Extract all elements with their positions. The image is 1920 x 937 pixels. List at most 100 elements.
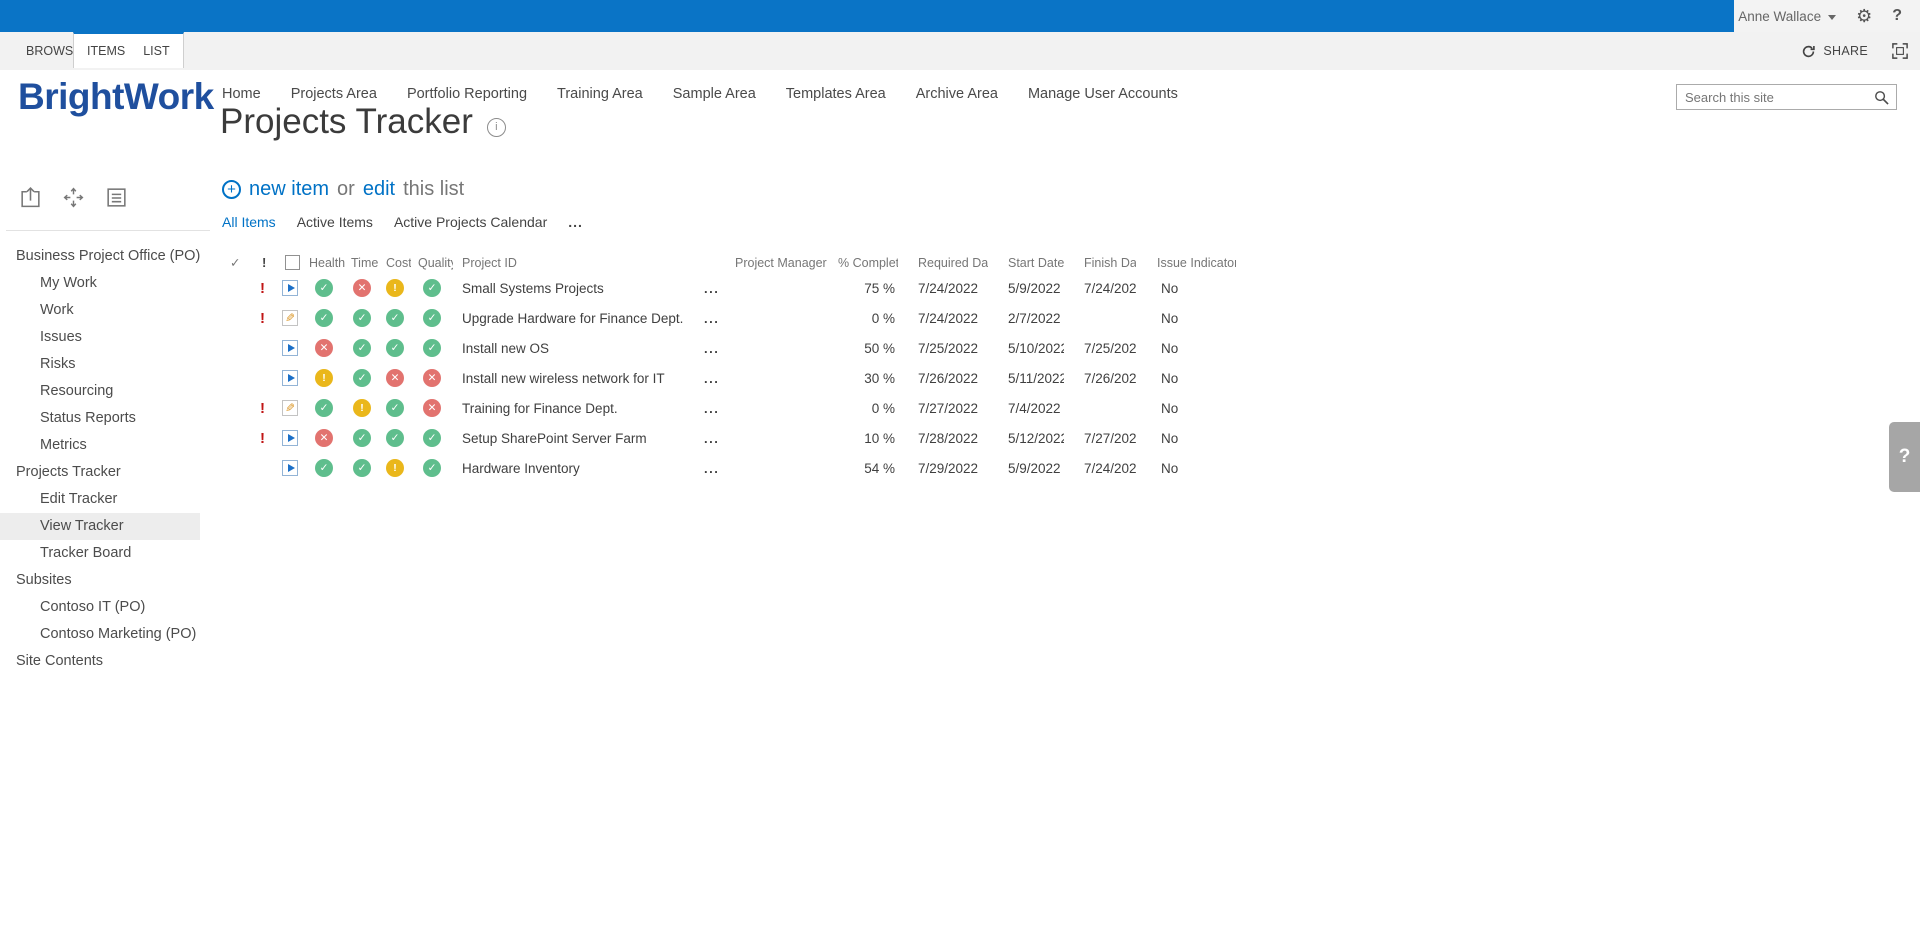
column-header-issue-indicator[interactable]: Issue Indicator bbox=[1136, 256, 1236, 270]
column-header-importance[interactable]: ! bbox=[252, 255, 276, 270]
help-flyout-tab[interactable]: ? bbox=[1889, 422, 1920, 492]
row-menu-ellipsis[interactable]: ... bbox=[700, 311, 732, 326]
table-row[interactable]: ✓✓!✓Hardware Inventory...54 %7/29/20225/… bbox=[222, 453, 1236, 483]
project-id-cell[interactable]: Install new OS bbox=[453, 341, 700, 356]
table-row[interactable]: ✕✓✓✓Install new OS...50 %7/25/20225/10/2… bbox=[222, 333, 1236, 363]
sidebar-item-contoso-it-po[interactable]: Contoso IT (PO) bbox=[0, 594, 210, 621]
sidebar-item-site-contents[interactable]: Site Contents bbox=[0, 648, 210, 675]
checkbox-icon[interactable] bbox=[285, 255, 300, 270]
sidebar-item-projects-tracker[interactable]: Projects Tracker bbox=[0, 459, 210, 486]
page-title: Projects Tracker bbox=[220, 102, 473, 142]
promote-share-icon[interactable] bbox=[18, 185, 43, 215]
focus-mode-icon[interactable] bbox=[1892, 43, 1908, 59]
column-header-finish-date[interactable]: Finish Date bbox=[1064, 256, 1136, 270]
finish-date-cell: 7/26/2022 bbox=[1064, 371, 1136, 386]
list-view-icon[interactable] bbox=[104, 185, 129, 215]
sidebar-item-view-tracker[interactable]: View Tracker bbox=[0, 513, 200, 540]
row-menu-ellipsis[interactable]: ... bbox=[700, 281, 732, 296]
ribbon-tab-list[interactable]: LIST bbox=[134, 44, 178, 58]
status-cost-cell: ✓ bbox=[379, 429, 411, 447]
table-row[interactable]: !✓✕!✓Small Systems Projects...75 %7/24/2… bbox=[222, 273, 1236, 303]
row-menu-ellipsis[interactable]: ... bbox=[700, 431, 732, 446]
row-menu-ellipsis[interactable]: ... bbox=[700, 371, 732, 386]
projects-table: ✓ ! Health Time Cost Quality Project ID … bbox=[222, 252, 1236, 483]
project-id-cell[interactable]: Upgrade Hardware for Finance Dept. bbox=[453, 311, 700, 326]
settings-gear-icon[interactable]: ⚙ bbox=[1856, 7, 1872, 25]
move-arrows-icon[interactable] bbox=[61, 185, 86, 215]
project-id-cell[interactable]: Hardware Inventory bbox=[453, 461, 700, 476]
share-button[interactable]: SHARE bbox=[1801, 44, 1868, 59]
sidebar-item-subsites[interactable]: Subsites bbox=[0, 567, 210, 594]
status-time-cell: ✓ bbox=[345, 369, 379, 387]
sidebar-item-business-project-office-po[interactable]: Business Project Office (PO) bbox=[0, 243, 210, 270]
search-icon[interactable] bbox=[1874, 90, 1889, 105]
status-health-cell: ✓ bbox=[303, 279, 345, 297]
select-all-checkmark-icon[interactable]: ✓ bbox=[222, 255, 252, 270]
ribbon-tab-items[interactable]: ITEMS bbox=[78, 44, 134, 58]
column-header-cost[interactable]: Cost bbox=[379, 256, 411, 270]
column-header-required-date[interactable]: Required Date bbox=[898, 256, 988, 270]
help-icon[interactable]: ? bbox=[1892, 7, 1902, 25]
edit-list-link[interactable]: edit bbox=[363, 178, 395, 201]
row-menu-ellipsis[interactable]: ... bbox=[700, 401, 732, 416]
sidebar-item-risks[interactable]: Risks bbox=[0, 351, 210, 378]
nav-archive-area[interactable]: Archive Area bbox=[916, 86, 998, 102]
row-menu-ellipsis[interactable]: ... bbox=[700, 461, 732, 476]
project-id-cell[interactable]: Setup SharePoint Server Farm bbox=[453, 431, 700, 446]
quality-status-good-icon: ✓ bbox=[423, 459, 441, 477]
sidebar-item-contoso-marketing-po[interactable]: Contoso Marketing (PO) bbox=[0, 621, 210, 648]
more-views-ellipsis[interactable]: ... bbox=[568, 214, 583, 230]
required-date-cell: 7/27/2022 bbox=[898, 401, 988, 416]
nav-training-area[interactable]: Training Area bbox=[557, 86, 643, 102]
table-row[interactable]: !✕✓✓✓Setup SharePoint Server Farm...10 %… bbox=[222, 423, 1236, 453]
view-all-items[interactable]: All Items bbox=[222, 214, 276, 230]
view-active-items[interactable]: Active Items bbox=[297, 214, 373, 230]
item-play-icon[interactable] bbox=[276, 370, 303, 386]
item-play-icon[interactable] bbox=[276, 280, 303, 296]
column-header-percent-complete[interactable]: % Complete bbox=[832, 256, 898, 270]
nav-projects-area[interactable]: Projects Area bbox=[291, 86, 377, 102]
table-row[interactable]: !✎✓!✓✕Training for Finance Dept....0 %7/… bbox=[222, 393, 1236, 423]
item-play-icon[interactable] bbox=[276, 460, 303, 476]
table-row[interactable]: !✎✓✓✓✓Upgrade Hardware for Finance Dept.… bbox=[222, 303, 1236, 333]
item-edit-icon[interactable]: ✎ bbox=[276, 310, 303, 326]
new-item-link[interactable]: new item bbox=[249, 178, 329, 201]
column-header-health[interactable]: Health bbox=[303, 256, 345, 270]
column-header-quality[interactable]: Quality bbox=[411, 256, 453, 270]
nav-manage-user-accounts[interactable]: Manage User Accounts bbox=[1028, 86, 1178, 102]
user-menu[interactable]: Anne Wallace bbox=[1738, 9, 1836, 24]
column-header-project-manager[interactable]: Project Manager bbox=[732, 256, 832, 270]
nav-home[interactable]: Home bbox=[222, 86, 261, 102]
row-menu-ellipsis[interactable]: ... bbox=[700, 341, 732, 356]
info-icon[interactable]: i bbox=[487, 118, 506, 137]
nav-portfolio-reporting[interactable]: Portfolio Reporting bbox=[407, 86, 527, 102]
column-header-project-id[interactable]: Project ID bbox=[453, 256, 700, 270]
project-id-cell[interactable]: Training for Finance Dept. bbox=[453, 401, 700, 416]
suite-bar-brand-area bbox=[0, 0, 1734, 32]
view-active-projects-calendar[interactable]: Active Projects Calendar bbox=[394, 214, 547, 230]
item-play-icon[interactable] bbox=[276, 430, 303, 446]
sidebar-item-metrics[interactable]: Metrics bbox=[0, 432, 210, 459]
project-id-cell[interactable]: Small Systems Projects bbox=[453, 281, 700, 296]
item-edit-icon[interactable]: ✎ bbox=[276, 400, 303, 416]
add-icon: + bbox=[222, 180, 241, 199]
table-row[interactable]: !✓✕✕Install new wireless network for IT.… bbox=[222, 363, 1236, 393]
brightwork-logo[interactable]: BrightWork bbox=[18, 76, 214, 118]
sidebar-item-my-work[interactable]: My Work bbox=[0, 270, 210, 297]
table-header: ✓ ! Health Time Cost Quality Project ID … bbox=[222, 252, 1236, 273]
item-play-icon[interactable] bbox=[276, 340, 303, 356]
start-date-cell: 2/7/2022 bbox=[988, 311, 1064, 326]
column-header-start-date[interactable]: Start Date bbox=[988, 256, 1064, 270]
project-id-cell[interactable]: Install new wireless network for IT bbox=[453, 371, 700, 386]
search-input[interactable] bbox=[1677, 89, 1874, 106]
sidebar-item-tracker-board[interactable]: Tracker Board bbox=[0, 540, 210, 567]
sidebar-item-issues[interactable]: Issues bbox=[0, 324, 210, 351]
nav-sample-area[interactable]: Sample Area bbox=[673, 86, 756, 102]
sidebar-item-edit-tracker[interactable]: Edit Tracker bbox=[0, 486, 210, 513]
sidebar-item-status-reports[interactable]: Status Reports bbox=[0, 405, 210, 432]
sidebar-item-work[interactable]: Work bbox=[0, 297, 210, 324]
column-header-time[interactable]: Time bbox=[345, 256, 379, 270]
nav-templates-area[interactable]: Templates Area bbox=[786, 86, 886, 102]
issue-indicator-cell: No bbox=[1136, 371, 1236, 386]
sidebar-item-resourcing[interactable]: Resourcing bbox=[0, 378, 210, 405]
